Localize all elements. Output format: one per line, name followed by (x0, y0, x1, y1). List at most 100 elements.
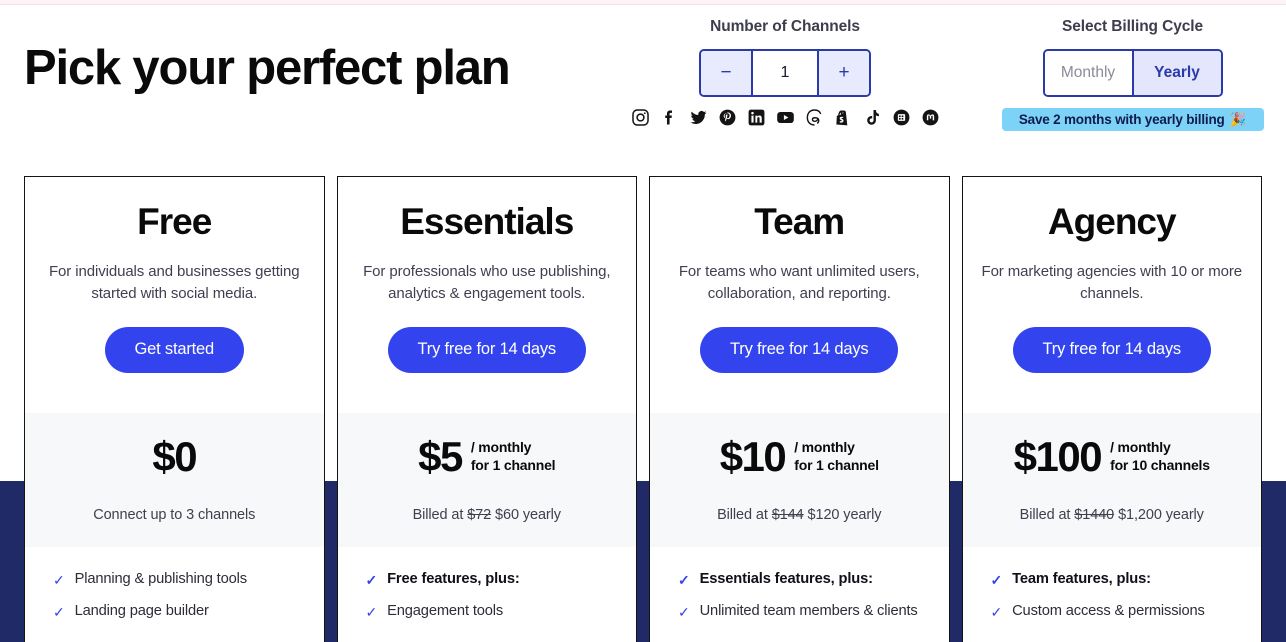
feature-item: ✓ Planning & publishing tools (53, 571, 324, 589)
feature-label: Team features, plus: (1012, 571, 1151, 587)
billed-final-price: $120 yearly (807, 507, 882, 523)
pricing-page: Pick your perfect plan Number of Channel… (0, 0, 1286, 642)
card-features-section: ✓ Team features, plus: ✓ Custom access & pe… (962, 547, 1262, 642)
plan-cta-button[interactable]: Get started (104, 326, 244, 373)
billed-note: Connect up to 3 channels (93, 507, 256, 523)
billed-prefix: Billed at (1019, 507, 1071, 523)
plan-description: For teams who want unlimited users, coll… (678, 263, 920, 302)
check-icon: ✓ (53, 572, 65, 588)
decrement-channels-button[interactable]: − (701, 51, 753, 95)
price-period: / monthly (1110, 439, 1171, 456)
feature-item: ✓ Unlimited team members & clients (678, 603, 949, 621)
linkedin-icon (747, 108, 766, 127)
price-amount: $100 (1013, 433, 1103, 480)
plan-name: Team (754, 201, 845, 242)
price-unit: / monthly for 1 channel (794, 439, 879, 475)
feature-item: ✓ Free features, plus: (366, 571, 637, 589)
party-popper-icon: 🎉 (1229, 111, 1247, 127)
plan-name: Agency (1047, 201, 1177, 242)
mastodon-icon (921, 108, 940, 127)
card-top-section: Agency For marketing agencies with 10 or … (963, 177, 1262, 413)
plan-name: Essentials (400, 201, 574, 242)
check-icon: ✓ (365, 572, 378, 588)
feature-label: Custom access & permissions (1012, 603, 1205, 620)
feature-label: Planning & publishing tools (74, 571, 247, 587)
check-icon: ✓ (678, 572, 690, 588)
price-amount: $5 (418, 433, 463, 480)
card-features-section: ✓ Planning & publishing tools ✓ Landing pag… (25, 547, 324, 642)
billed-note-line: Billed at $144 $120 yearly (650, 507, 949, 523)
threads-icon (805, 108, 824, 127)
billed-final-price: $60 yearly (495, 507, 561, 523)
price-unit: / monthly for 10 channels (1110, 439, 1210, 475)
feature-label: Landing page builder (74, 603, 209, 620)
feature-label: Unlimited team members & clients (699, 603, 918, 620)
check-icon: ✓ (678, 604, 690, 621)
page-header: Pick your perfect plan Number of Channel… (0, 0, 1286, 176)
channels-count-input[interactable]: 1 (753, 51, 817, 95)
yearly-savings-badge: Save 2 months with yearly billing 🎉 (1001, 108, 1264, 131)
card-top-section: Team For teams who want unlimited users, … (650, 177, 949, 413)
increment-channels-button[interactable]: + (817, 51, 869, 95)
billed-original-price: $72 (467, 507, 492, 523)
price-amount: $0 (152, 433, 197, 480)
google-business-icon (892, 108, 911, 127)
feature-item: ✓ Engagement tools (366, 603, 637, 621)
pinterest-icon (718, 108, 737, 127)
plan-cta-button[interactable]: Try free for 14 days (1012, 326, 1211, 373)
price-unit: / monthly for 1 channel (471, 439, 556, 475)
feature-item: ✓ Landing page builder (53, 603, 324, 621)
price-amount: $10 (719, 433, 787, 480)
pricing-card-essentials: Essentials For professionals who use publ… (336, 176, 637, 642)
billed-prefix: Billed at (412, 507, 464, 523)
facebook-icon (660, 108, 679, 127)
feature-item: ✓ Custom access & permissions (991, 603, 1262, 621)
billed-original-price: $144 (771, 507, 804, 523)
instagram-icon (631, 108, 650, 127)
billed-original-price: $1440 (1074, 507, 1115, 523)
tiktok-icon (863, 108, 882, 127)
plan-cta-button[interactable]: Try free for 14 days (700, 326, 899, 373)
billed-note-line: Billed at $1440 $1,200 yearly (963, 507, 1262, 523)
price-period: / monthly (470, 439, 532, 456)
youtube-icon (776, 108, 795, 127)
shopify-icon (834, 108, 853, 127)
plan-name: Free (137, 201, 212, 242)
price-period: / monthly (794, 439, 855, 456)
plan-description: For marketing agencies with 10 or more c… (981, 263, 1243, 302)
twitter-icon (689, 108, 708, 127)
price-line: $0 (25, 431, 324, 483)
card-top-section: Free For individuals and businesses getti… (25, 177, 324, 413)
price-channel-count: for 1 channel (794, 457, 879, 473)
billed-prefix: Billed at (717, 507, 768, 523)
feature-item: ✓ Team features, plus: (991, 571, 1262, 589)
card-price-section: $100/ monthly for 10 channels Billed at $1… (962, 413, 1262, 547)
card-price-section: $0 Connect up to 3 channels (25, 413, 324, 547)
plan-description: For professionals who use publishing, an… (363, 263, 611, 302)
card-top-section: Essentials For professionals who use publ… (338, 177, 637, 413)
pricing-cards-row: Free For individuals and businesses getti… (24, 176, 1262, 642)
price-line: $10/ monthly for 1 channel (650, 431, 949, 483)
billing-cycle-block: Select Billing Cycle Monthly Yearly Save… (990, 18, 1275, 131)
check-icon: ✓ (53, 604, 65, 621)
channels-label: Number of Channels (710, 18, 860, 35)
plan-cta-button[interactable]: Try free for 14 days (387, 326, 586, 373)
channel-quantity-stepper[interactable]: − 1 + (699, 49, 871, 97)
billing-monthly-option[interactable]: Monthly (1044, 51, 1132, 95)
card-price-section: $10/ monthly for 1 channel Billed at $144 … (650, 413, 949, 547)
check-icon: ✓ (990, 604, 1003, 621)
billed-note-line: Connect up to 3 channels (25, 507, 324, 523)
billed-note-line: Billed at $72 $60 yearly (338, 507, 637, 523)
plan-description: For individuals and businesses getting s… (48, 263, 300, 302)
card-features-section: ✓ Essentials features, plus: ✓ Unlimited te… (650, 547, 949, 642)
savings-badge-text: Save 2 months with yearly billing (1018, 112, 1225, 127)
billing-cycle-toggle[interactable]: Monthly Yearly (1042, 49, 1223, 97)
channels-selector-block: Number of Channels − 1 + (600, 18, 970, 127)
billing-cycle-label: Select Billing Cycle (1062, 18, 1203, 35)
feature-label: Engagement tools (387, 603, 504, 620)
card-features-section: ✓ Free features, plus: ✓ Engagement tools (337, 547, 637, 642)
check-icon: ✓ (365, 604, 378, 621)
price-line: $100/ monthly for 10 channels (963, 431, 1262, 483)
price-channel-count: for 10 channels (1110, 457, 1210, 473)
billing-yearly-option[interactable]: Yearly (1131, 51, 1221, 95)
